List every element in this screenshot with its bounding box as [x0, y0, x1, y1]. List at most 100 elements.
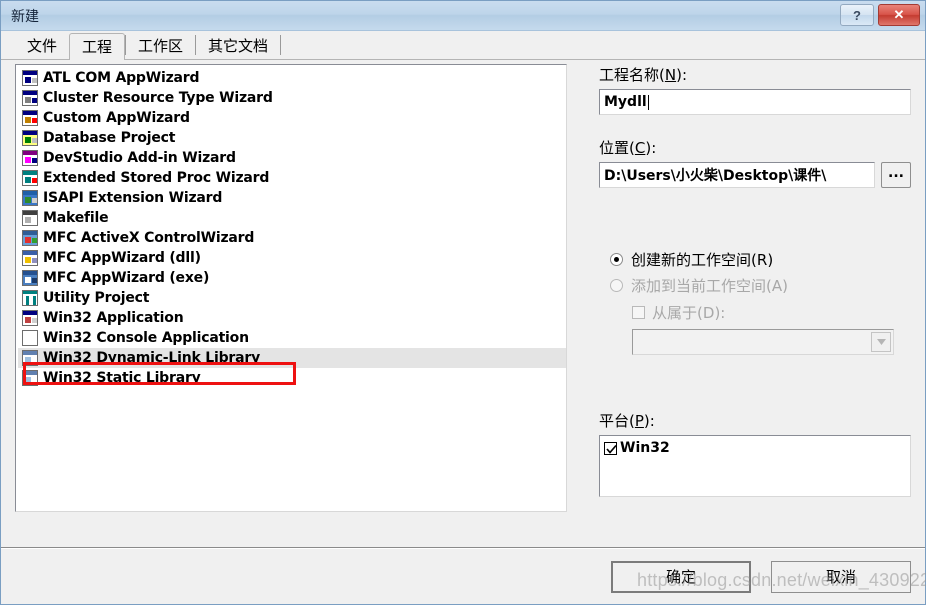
cluster-resource-type-wizard-icon	[22, 90, 38, 106]
win32-application-icon	[22, 310, 38, 326]
list-item-label: Extended Stored Proc Wizard	[43, 170, 270, 186]
project-name-label-text: 工程名称	[599, 66, 660, 84]
dependency-colon: :	[720, 303, 726, 322]
add-to-current-text: 添加到当前工作空间	[631, 276, 767, 295]
ok-button[interactable]: 确定	[611, 560, 751, 593]
add-to-current-workspace-radio[interactable]	[610, 278, 623, 292]
list-item-label: MFC ActiveX ControlWizard	[43, 230, 255, 246]
platform-list[interactable]: Win32	[599, 435, 911, 497]
create-new-workspace-radio[interactable]	[610, 252, 623, 266]
win32-static-library-icon	[22, 370, 38, 386]
win32-console-application-icon	[22, 330, 38, 346]
list-item-label: Cluster Resource Type Wizard	[43, 90, 273, 106]
location-label-text: 位置	[599, 139, 630, 157]
project-name-label: 工程名称(N):	[599, 64, 911, 85]
location-input[interactable]: D:\Users\小火柴\Desktop\课件\	[599, 162, 875, 188]
project-name-accelerator: N	[664, 66, 677, 84]
tab-files[interactable]: 文件	[15, 33, 69, 59]
add-to-current-workspace-radio-row[interactable]: 添加到当前工作空间(A)	[599, 272, 911, 298]
list-item-label: Win32 Application	[43, 310, 184, 326]
list-item[interactable]: Database Project	[18, 128, 566, 148]
list-item[interactable]: Win32 Console Application	[18, 328, 566, 348]
create-new-accelerator: R	[756, 250, 768, 269]
dialog-body: ATL COM AppWizard Cluster Resource Type …	[1, 59, 926, 604]
title-bar: 新建 ? ✕	[1, 1, 925, 31]
screenshot-root: 新建 ? ✕ 文件 工程 工作区 其它文档 ATL COM AppWizard	[0, 0, 926, 605]
atl-com-appwizard-icon	[22, 70, 38, 86]
close-button[interactable]: ✕	[878, 4, 920, 26]
list-item-label: Makefile	[43, 210, 109, 226]
list-item[interactable]: Win32 Application	[18, 308, 566, 328]
tab-projects[interactable]: 工程	[69, 33, 126, 60]
list-item-label: Win32 Static Library	[43, 370, 201, 386]
isapi-extension-wizard-icon	[22, 190, 38, 206]
list-item-label: MFC AppWizard (dll)	[43, 250, 201, 266]
project-type-list[interactable]: ATL COM AppWizard Cluster Resource Type …	[15, 64, 567, 512]
list-item-label: ATL COM AppWizard	[43, 70, 200, 86]
create-new-workspace-radio-row[interactable]: 创建新的工作空间(R)	[599, 246, 911, 272]
window-title: 新建	[11, 8, 39, 25]
mfc-activex-controlwizard-icon	[22, 230, 38, 246]
list-item[interactable]: DevStudio Add-in Wizard	[18, 148, 566, 168]
tab-other-documents[interactable]: 其它文档	[196, 33, 280, 59]
project-name-input[interactable]: Mydll	[599, 89, 911, 115]
dependency-combo[interactable]	[632, 329, 894, 355]
dialog-footer: 确定 取消	[1, 549, 925, 604]
platform-item-label: Win32	[620, 440, 670, 456]
custom-appwizard-icon	[22, 110, 38, 126]
list-item-selected[interactable]: Win32 Dynamic-Link Library	[18, 348, 566, 368]
list-item[interactable]: ATL COM AppWizard	[18, 68, 566, 88]
dependency-checkbox-label: 从属于(D):	[652, 302, 725, 323]
cancel-button[interactable]: 取消	[771, 560, 911, 593]
list-item[interactable]: MFC AppWizard (dll)	[18, 248, 566, 268]
help-button[interactable]: ?	[840, 4, 874, 26]
mfc-appwizard-exe-icon	[22, 270, 38, 286]
dependency-checkbox[interactable]	[632, 305, 645, 319]
list-item[interactable]: Cluster Resource Type Wizard	[18, 88, 566, 108]
location-colon: :	[651, 139, 657, 157]
extended-stored-proc-wizard-icon	[22, 170, 38, 186]
chevron-down-icon[interactable]	[871, 332, 891, 352]
list-item[interactable]: ISAPI Extension Wizard	[18, 188, 566, 208]
dependency-checkbox-row[interactable]: 从属于(D):	[632, 300, 911, 324]
create-new-workspace-text: 创建新的工作空间	[631, 250, 752, 269]
platform-colon: :	[649, 412, 655, 430]
platform-accelerator: P	[634, 412, 644, 430]
mfc-appwizard-dll-icon	[22, 250, 38, 266]
utility-project-icon	[22, 290, 38, 306]
list-item-label: Win32 Dynamic-Link Library	[43, 350, 261, 366]
tab-separator	[280, 35, 282, 55]
makefile-icon	[22, 210, 38, 226]
add-to-current-paren-close: )	[782, 276, 788, 295]
database-project-icon	[22, 130, 38, 146]
platform-label: 平台(P):	[599, 410, 911, 431]
add-to-current-accelerator: A	[771, 276, 783, 295]
title-bar-buttons: ? ✕	[840, 4, 920, 26]
browse-button[interactable]: ...	[881, 162, 911, 188]
location-value: D:\Users\小火柴\Desktop\课件\	[604, 168, 827, 184]
location-label: 位置(C):	[599, 137, 911, 158]
devstudio-addin-wizard-icon	[22, 150, 38, 166]
tab-strip: 文件 工程 工作区 其它文档	[1, 31, 925, 60]
list-item-label: DevStudio Add-in Wizard	[43, 150, 236, 166]
location-row: D:\Users\小火柴\Desktop\课件\ ...	[599, 162, 911, 188]
project-name-value: Mydll	[604, 94, 647, 110]
text-caret	[647, 94, 649, 110]
list-item[interactable]: Utility Project	[18, 288, 566, 308]
tab-workspaces[interactable]: 工作区	[126, 33, 195, 59]
win32-dynamic-link-library-icon	[22, 350, 38, 366]
list-item[interactable]: Win32 Static Library	[18, 368, 566, 388]
list-item[interactable]: Extended Stored Proc Wizard	[18, 168, 566, 188]
add-to-current-workspace-label: 添加到当前工作空间(A)	[631, 275, 788, 296]
platform-checkbox[interactable]	[604, 441, 617, 455]
platform-list-item[interactable]: Win32	[604, 440, 910, 456]
list-item[interactable]: MFC AppWizard (exe)	[18, 268, 566, 288]
right-column: 工程名称(N): Mydll 位置(C): D:\Users\小火柴\Deskt…	[599, 64, 911, 497]
workspace-options-group: 创建新的工作空间(R) 添加到当前工作空间(A) 从属于(D):	[599, 246, 911, 355]
project-name-colon: :	[681, 66, 688, 84]
list-item-label: Custom AppWizard	[43, 110, 190, 126]
list-item[interactable]: MFC ActiveX ControlWizard	[18, 228, 566, 248]
list-item-label: Utility Project	[43, 290, 150, 306]
list-item[interactable]: Custom AppWizard	[18, 108, 566, 128]
list-item[interactable]: Makefile	[18, 208, 566, 228]
